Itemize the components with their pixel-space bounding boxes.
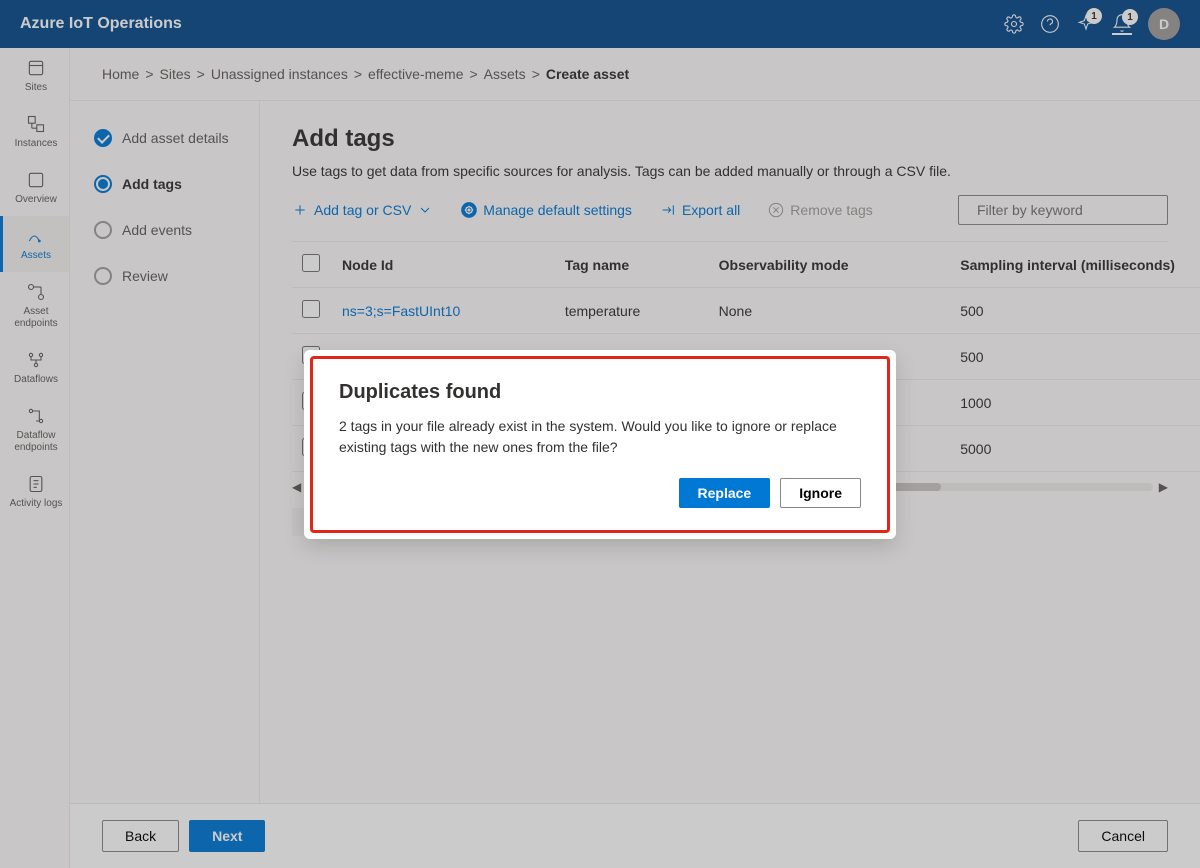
modal-overlay: Duplicates found 2 tags in your file alr… <box>0 0 1200 868</box>
modal-actions: Replace Ignore <box>339 478 861 508</box>
duplicates-modal: Duplicates found 2 tags in your file alr… <box>310 356 890 533</box>
ignore-button[interactable]: Ignore <box>780 478 861 508</box>
modal-title: Duplicates found <box>339 381 861 404</box>
modal-body: 2 tags in your file already exist in the… <box>339 416 861 458</box>
replace-button[interactable]: Replace <box>679 478 771 508</box>
